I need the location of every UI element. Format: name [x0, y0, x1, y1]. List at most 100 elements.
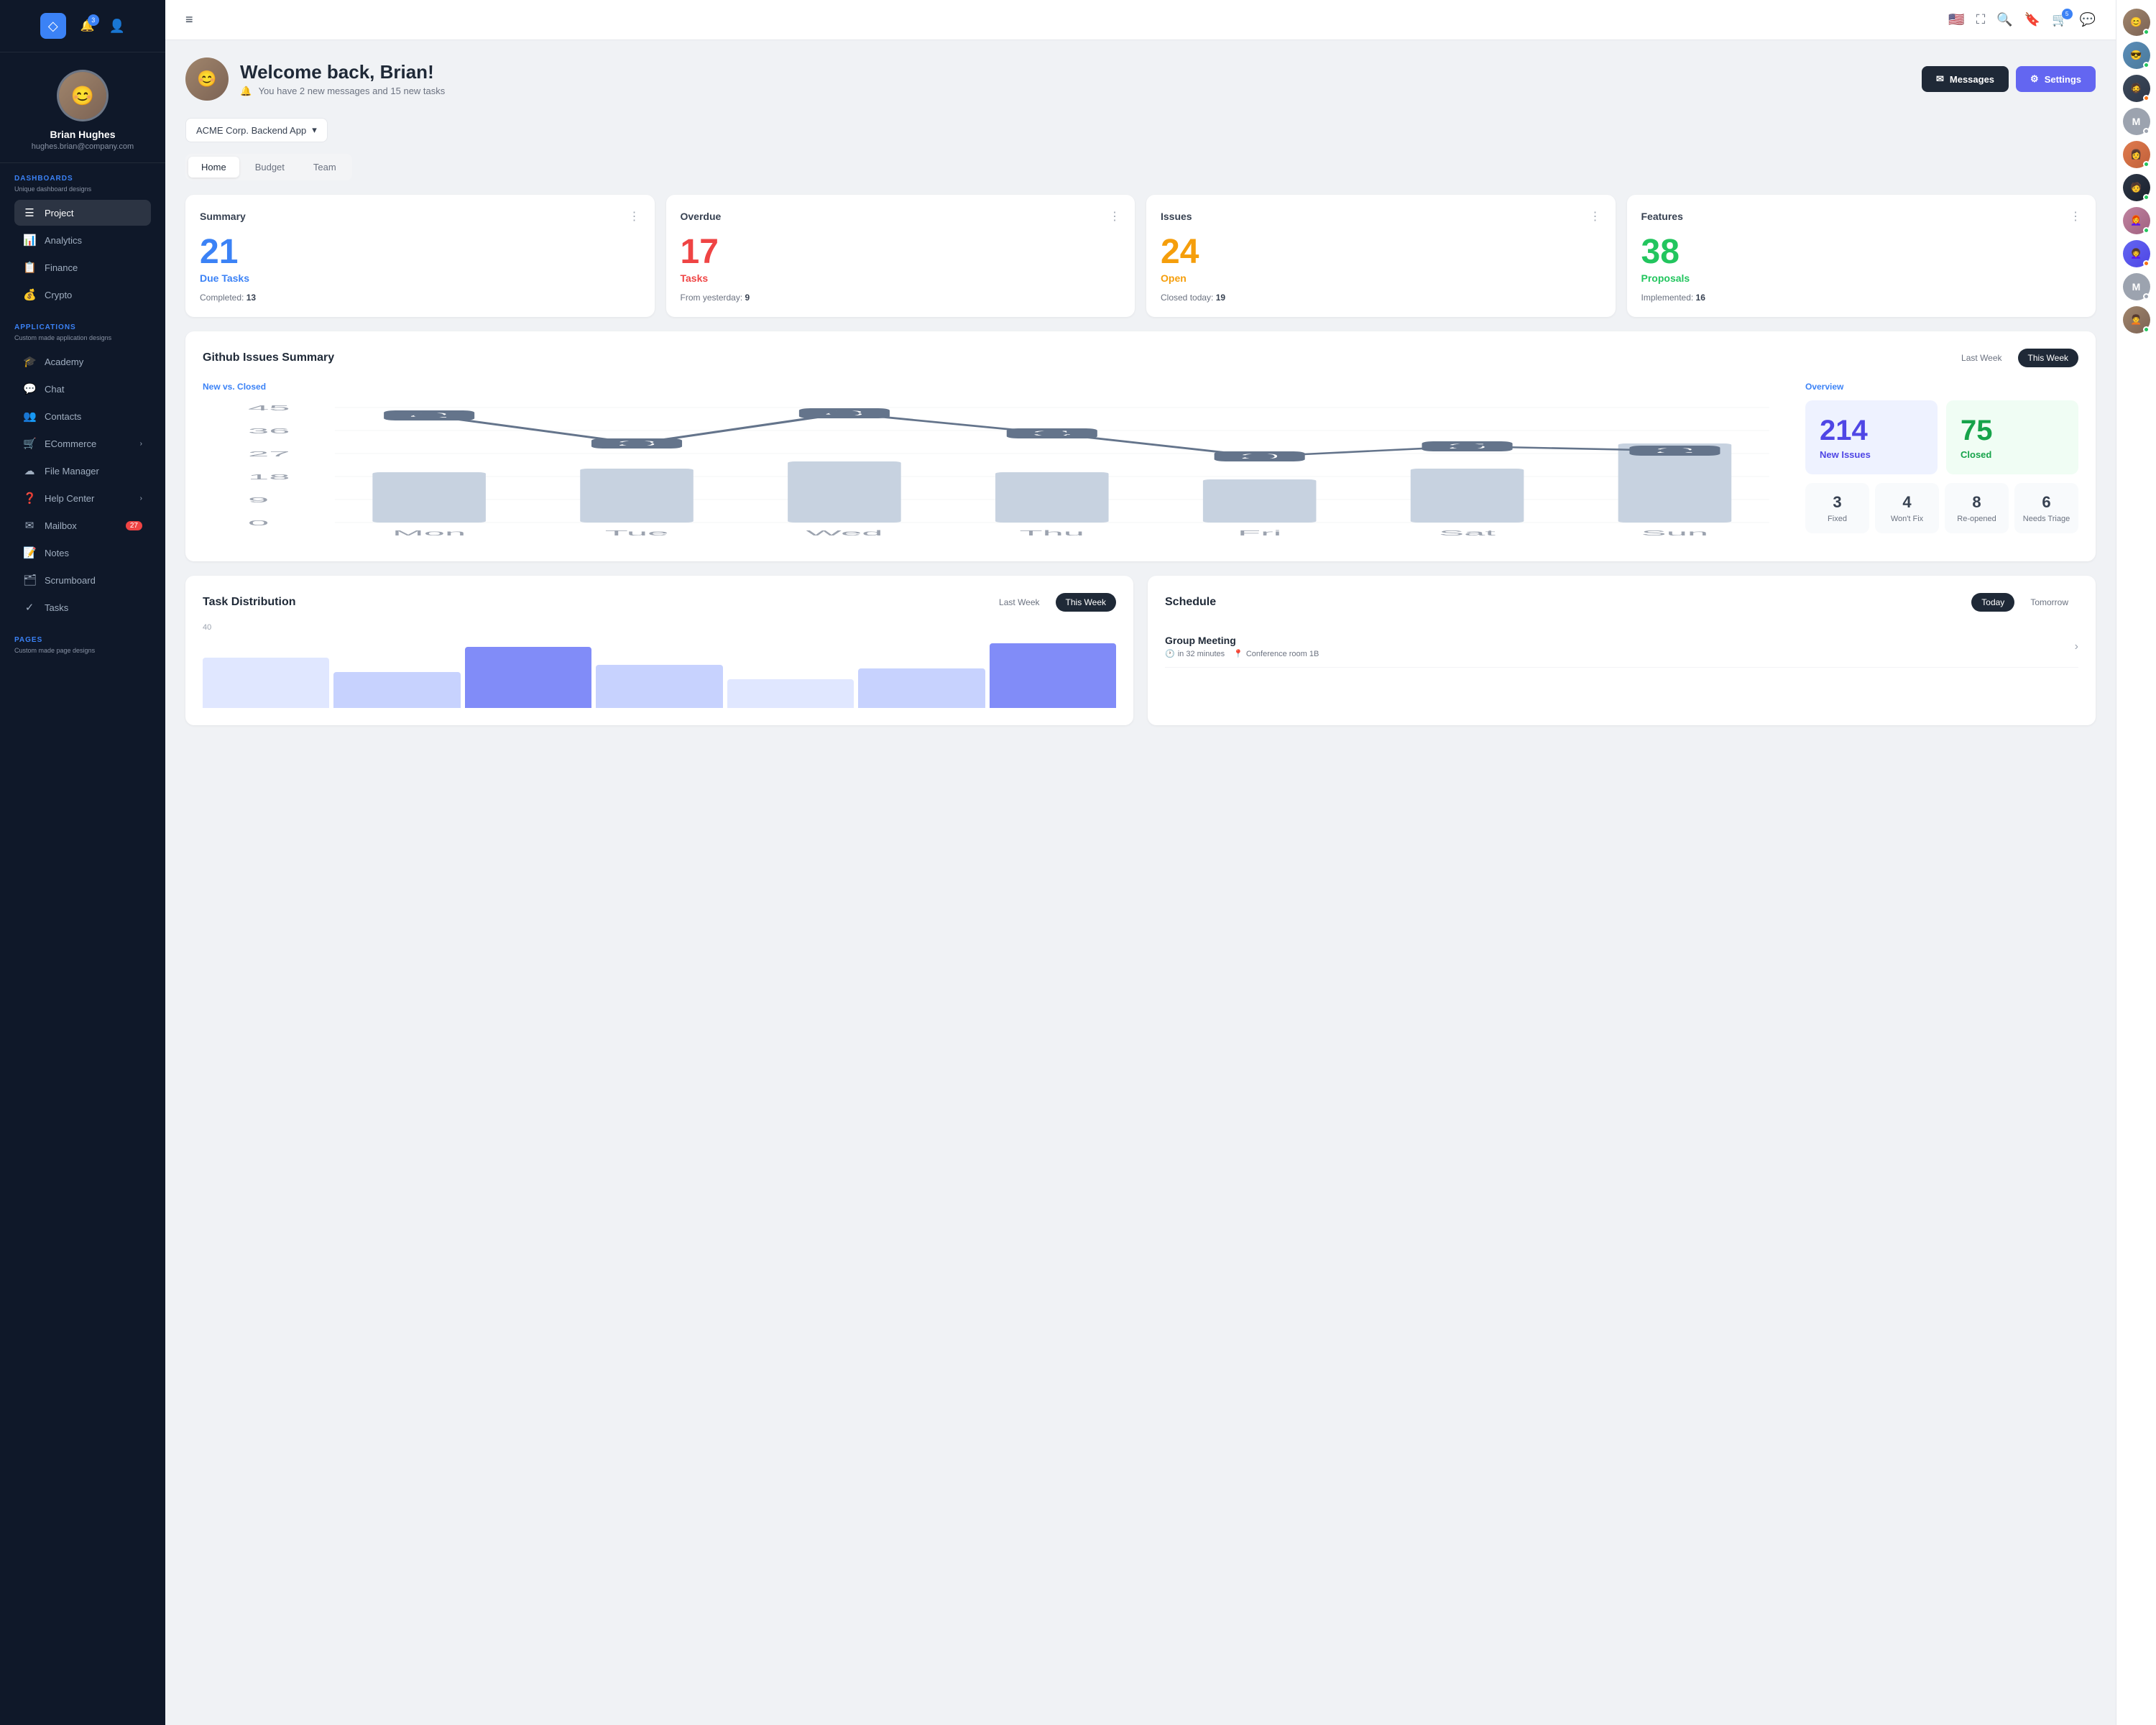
right-avatar-2[interactable]: 😎 — [2123, 42, 2150, 69]
right-avatar-6[interactable]: 🧑 — [2123, 174, 2150, 201]
hamburger-menu[interactable]: ≡ — [185, 12, 193, 27]
github-thisweek-btn[interactable]: This Week — [2018, 349, 2078, 367]
user-search-icon[interactable]: 👤 — [109, 19, 125, 34]
sidebar-item-analytics[interactable]: 📊 Analytics — [14, 227, 151, 253]
schedule-title: Schedule — [1165, 596, 1216, 609]
task-thisweek-btn[interactable]: This Week — [1056, 593, 1116, 612]
right-avatar-9[interactable]: M — [2123, 273, 2150, 300]
search-icon[interactable]: 🔍 — [1996, 12, 2012, 27]
right-avatar-3[interactable]: 🧔 — [2123, 75, 2150, 102]
svg-text:9: 9 — [248, 496, 269, 504]
mini-card-wontfix: 4 Won't Fix — [1875, 483, 1939, 533]
messages-btn-icon: ✉ — [1936, 73, 1944, 85]
card-overdue-title: Overdue — [681, 211, 722, 222]
messages-icon[interactable]: 💬 — [2080, 12, 2096, 27]
sidebar-item-tasks[interactable]: ✓ Tasks — [14, 594, 151, 620]
schedule-today-btn[interactable]: Today — [1971, 593, 2014, 612]
bar-1 — [203, 658, 329, 708]
settings-btn-icon: ⚙ — [2030, 73, 2039, 85]
cart-icon[interactable]: 🛒 5 — [2052, 12, 2068, 27]
card-overdue-label: Tasks — [681, 272, 1121, 284]
sidebar-item-label-helpcenter: Help Center — [45, 493, 94, 504]
mailbox-icon: ✉ — [23, 519, 36, 532]
card-summary-menu[interactable]: ⋮ — [629, 209, 640, 224]
sidebar-item-academy[interactable]: 🎓 Academy — [14, 349, 151, 374]
card-issues-label: Open — [1161, 272, 1601, 284]
mini-card-triage: 6 Needs Triage — [2014, 483, 2078, 533]
app-selector[interactable]: ACME Corp. Backend App ▾ — [185, 118, 328, 142]
meeting-arrow[interactable]: › — [2075, 640, 2078, 653]
fullscreen-icon[interactable]: ⛶ — [1976, 12, 1986, 27]
overview-area: Overview 214 New Issues 75 Closed — [1805, 382, 2078, 544]
bar-7 — [990, 643, 1116, 708]
fixed-label: Fixed — [1812, 515, 1862, 523]
sidebar-item-label-analytics: Analytics — [45, 235, 82, 246]
card-features-number: 38 — [1641, 235, 2082, 270]
helpcenter-icon: ❓ — [23, 492, 36, 505]
right-avatar-8[interactable]: 👩‍🦱 — [2123, 240, 2150, 267]
notes-icon: 📝 — [23, 546, 36, 559]
sidebar-item-ecommerce[interactable]: 🛒 ECommerce › — [14, 431, 151, 456]
notification-badge: 3 — [88, 14, 99, 26]
task-bar-chart — [203, 636, 1116, 708]
sidebar-item-filemanager[interactable]: ☁ File Manager — [14, 458, 151, 484]
svg-text:0: 0 — [248, 519, 269, 527]
reopened-label: Re-opened — [1952, 515, 2001, 523]
right-avatar-1[interactable]: 😊 — [2123, 9, 2150, 36]
card-features-title: Features — [1641, 211, 1683, 222]
overview-label: Overview — [1805, 382, 2078, 392]
sidebar-item-project[interactable]: ☰ Project — [14, 200, 151, 226]
bar-4 — [596, 665, 722, 708]
right-avatar-5[interactable]: 👩 — [2123, 141, 2150, 168]
user-email: hughes.brian@company.com — [32, 142, 134, 151]
right-avatar-10[interactable]: 🧑‍🦱 — [2123, 306, 2150, 334]
svg-text:Fri: Fri — [1238, 529, 1281, 537]
top-bar: ≡ 🇺🇸 ⛶ 🔍 🔖 🛒 5 💬 — [165, 0, 2116, 40]
bar-6 — [858, 668, 985, 708]
crypto-icon: 💰 — [23, 288, 36, 301]
sidebar-item-label-tasks: Tasks — [45, 602, 68, 613]
card-issues-menu[interactable]: ⋮ — [1590, 209, 1601, 224]
settings-button[interactable]: ⚙ Settings — [2016, 66, 2096, 92]
messages-button[interactable]: ✉ Messages — [1922, 66, 2009, 92]
sidebar-item-chat[interactable]: 💬 Chat — [14, 376, 151, 402]
dropdown-arrow-icon: ▾ — [312, 124, 317, 136]
wontfix-label: Won't Fix — [1882, 515, 1932, 523]
tab-budget[interactable]: Budget — [242, 157, 298, 178]
schedule-item-group-meeting: Group Meeting 🕐 in 32 minutes 📍 Conferen… — [1165, 626, 2078, 668]
sidebar-item-scrumboard[interactable]: 🗂 Scrumboard — [14, 567, 151, 593]
flag-icon[interactable]: 🇺🇸 — [1948, 12, 1964, 27]
card-features-menu[interactable]: ⋮ — [2070, 209, 2081, 224]
sidebar-item-contacts[interactable]: 👥 Contacts — [14, 403, 151, 429]
reopened-number: 8 — [1952, 493, 2001, 512]
project-icon: ☰ — [23, 206, 36, 219]
task-lastweek-btn[interactable]: Last Week — [989, 593, 1049, 612]
schedule-tomorrow-btn[interactable]: Tomorrow — [2020, 593, 2078, 612]
sidebar-item-crypto[interactable]: 💰 Crypto — [14, 282, 151, 308]
ecommerce-arrow: › — [140, 440, 142, 448]
tab-team[interactable]: Team — [300, 157, 349, 178]
card-summary: Summary ⋮ 21 Due Tasks Completed: 13 — [185, 195, 655, 317]
triage-number: 6 — [2022, 493, 2071, 512]
welcome-section: 😊 Welcome back, Brian! 🔔 You have 2 new … — [185, 58, 2096, 101]
sidebar-item-helpcenter[interactable]: ❓ Help Center › — [14, 485, 151, 511]
right-avatar-4[interactable]: M — [2123, 108, 2150, 135]
right-avatar-7[interactable]: 👩‍🦰 — [2123, 207, 2150, 234]
new-issues-number: 214 — [1820, 415, 1868, 446]
sidebar-item-mailbox[interactable]: ✉ Mailbox 27 — [14, 512, 151, 538]
svg-text:Thu: Thu — [1020, 529, 1084, 537]
clock-icon: 🕐 — [1165, 649, 1175, 658]
applications-sublabel: Custom made application designs — [14, 334, 151, 341]
github-lastweek-btn[interactable]: Last Week — [1951, 349, 2012, 367]
welcome-title: Welcome back, Brian! — [240, 61, 449, 83]
sidebar-item-finance[interactable]: 📋 Finance — [14, 254, 151, 280]
card-overdue-menu[interactable]: ⋮ — [1109, 209, 1120, 224]
github-chart-area: New vs. Closed 45 36 27 18 9 0 — [203, 382, 1788, 544]
svg-text:Sat: Sat — [1439, 529, 1496, 537]
tab-home[interactable]: Home — [188, 157, 239, 178]
notification-icon[interactable]: 🔔 3 — [80, 19, 95, 33]
sidebar-item-notes[interactable]: 📝 Notes — [14, 540, 151, 566]
sidebar-item-label-academy: Academy — [45, 356, 83, 367]
bookmark-icon[interactable]: 🔖 — [2024, 12, 2040, 27]
meeting-meta: 🕐 in 32 minutes 📍 Conference room 1B — [1165, 649, 1319, 658]
